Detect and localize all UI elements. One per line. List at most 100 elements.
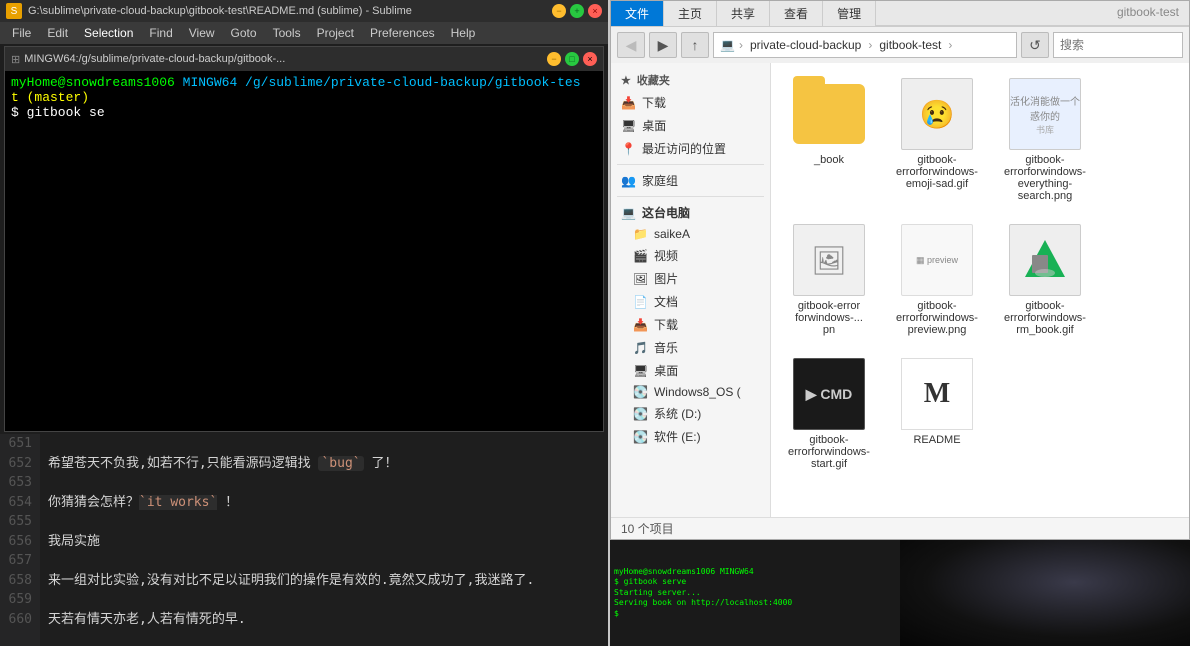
maximize-button[interactable]: + <box>570 4 584 18</box>
file-item-preview[interactable]: ▦ preview gitbook-errorforwindows-previe… <box>887 217 987 343</box>
nav-videos[interactable]: 🎬 视频 <box>611 244 770 267</box>
thumb-line-4: Serving book on http://localhost:4000 <box>614 598 896 608</box>
file-item-readme[interactable]: M README <box>887 351 987 477</box>
menu-preferences[interactable]: Preferences <box>362 24 443 42</box>
ribbon-tab-file[interactable]: 文件 <box>611 1 664 26</box>
nav-favorites-header: ★ 收藏夹 <box>611 69 770 91</box>
file-name-emoji-sad: gitbook-errorforwindows-emoji-sad.gif <box>892 154 982 190</box>
nav-documents[interactable]: 📄 文档 <box>611 290 770 313</box>
thumb-line-3: Starting server... <box>614 588 896 598</box>
terminal-thumbnail: myHome@snowdreams1006 MINGW64 $ gitbook … <box>610 540 900 646</box>
explorer-body: ★ 收藏夹 📥 下载 🖥 桌面 📍 最近访问的位置 👥 家庭组 <box>611 63 1189 517</box>
editor-line <box>48 590 600 610</box>
menu-find[interactable]: Find <box>141 24 180 42</box>
editor-line: 我局实施 <box>48 532 600 552</box>
file-item-emoji-sad[interactable]: 😢 gitbook-errorforwindows-emoji-sad.gif <box>887 71 987 209</box>
menu-help[interactable]: Help <box>443 24 484 42</box>
ribbon-tab-view[interactable]: 查看 <box>770 1 823 26</box>
menu-project[interactable]: Project <box>309 24 362 42</box>
folder-icon <box>793 78 865 150</box>
terminal-minimize[interactable]: − <box>547 52 561 66</box>
nav-windows-os[interactable]: 💽 Windows8_OS ( <box>611 382 770 402</box>
video-icon: 🎬 <box>633 249 648 263</box>
nav-software-e[interactable]: 💽 软件 (E:) <box>611 425 770 448</box>
nav-recent[interactable]: 📍 最近访问的位置 <box>611 137 770 160</box>
menu-file[interactable]: File <box>4 24 39 42</box>
nav-thispc[interactable]: 💻 这台电脑 <box>611 201 770 224</box>
files-area: _book 😢 gitbook-errorforwindows-emoji-sa… <box>771 63 1189 517</box>
file-item-book[interactable]: _book <box>779 71 879 209</box>
menu-edit[interactable]: Edit <box>39 24 76 42</box>
back-button[interactable]: ◀ <box>617 32 645 58</box>
explorer-header-title: gitbook-test <box>876 1 1189 26</box>
disk-d-icon: 💽 <box>633 407 648 421</box>
folder-nav-icon: 📁 <box>633 227 648 241</box>
nav-divider <box>617 164 764 165</box>
terminal-command-line: $ gitbook se <box>11 105 597 120</box>
terminal-body[interactable]: myHome@snowdreams1006 MINGW64 /g/sublime… <box>5 71 603 431</box>
nav-downloads[interactable]: 📥 下载 <box>611 313 770 336</box>
terminal-branch-line: t (master) <box>11 90 597 105</box>
ribbon-tab-home[interactable]: 主页 <box>664 1 717 26</box>
nav-desktop-2[interactable]: 🖥 桌面 <box>611 359 770 382</box>
dark-background <box>900 540 1190 646</box>
up-button[interactable]: ↑ <box>681 32 709 58</box>
minimize-button[interactable]: − <box>552 4 566 18</box>
png-icon-everything: 活化消能做一个惑你的 书库 <box>1009 78 1081 150</box>
nav-music[interactable]: 🎵 音乐 <box>611 336 770 359</box>
status-count: 10 个项目 <box>621 520 674 537</box>
download-icon: 📥 <box>621 96 636 110</box>
recent-icon: 📍 <box>621 142 636 156</box>
forward-button[interactable]: ▶ <box>649 32 677 58</box>
terminal-titlebar: ⊞ MINGW64:/g/sublime/private-cloud-backu… <box>5 47 603 71</box>
png-icon-preview: ▦ preview <box>901 224 973 296</box>
menu-selection[interactable]: Selection <box>76 24 141 42</box>
nav-desktop[interactable]: 🖥 桌面 <box>611 114 770 137</box>
terminal-maximize[interactable]: □ <box>565 52 579 66</box>
bottom-dark-panel <box>900 540 1190 646</box>
bottom-images: myHome@snowdreams1006 MINGW64 $ gitbook … <box>610 540 1190 646</box>
nav-pictures[interactable]: 🖼 图片 <box>611 267 770 290</box>
editor-line: 来一组对比实验,没有对比不足以证明我们的操作是有效的.竟然又成功了,我迷路了. <box>48 571 600 591</box>
nav-system-d[interactable]: 💽 系统 (D:) <box>611 402 770 425</box>
homegroup-icon: 👥 <box>621 174 636 188</box>
sublime-menubar: File Edit Selection Find View Goto Tools… <box>0 22 608 44</box>
terminal-wrapper: ⊞ MINGW64:/g/sublime/private-cloud-backu… <box>4 46 604 432</box>
computer-icon: 💻 <box>720 38 735 52</box>
nav-saikea[interactable]: 📁 saikeA <box>611 224 770 244</box>
downloads-icon: 📥 <box>633 318 648 332</box>
file-item-png-truncated[interactable]: 🖼 gitbook-errorforwindows-...pn <box>779 217 879 343</box>
menu-view[interactable]: View <box>181 24 223 42</box>
pictures-icon: 🖼 <box>633 272 648 286</box>
readme-icon: M <box>901 358 973 430</box>
editor-content[interactable]: 希望苍天不负我,如若不行,只能看源码逻辑找 `bug` 了！ 你猜猜会怎样？`i… <box>40 434 608 646</box>
explorer-toolbar: ◀ ▶ ↑ 💻 › private-cloud-backup › gitbook… <box>611 27 1189 63</box>
files-grid: _book 😢 gitbook-errorforwindows-emoji-sa… <box>779 71 1181 477</box>
thumb-line-2: $ gitbook serve <box>614 577 896 587</box>
refresh-button[interactable]: ↺ <box>1021 32 1049 58</box>
nav-download[interactable]: 📥 下载 <box>611 91 770 114</box>
search-input[interactable] <box>1053 32 1183 58</box>
address-segment-backup[interactable]: private-cloud-backup <box>747 37 864 53</box>
address-bar[interactable]: 💻 › private-cloud-backup › gitbook-test … <box>713 32 1017 58</box>
disk-e-icon: 💽 <box>633 430 648 444</box>
gif-icon-start: ▶ CMD <box>793 358 865 430</box>
sublime-icon: S <box>6 3 22 19</box>
ribbon-tab-manage[interactable]: 管理 <box>823 1 876 26</box>
address-segment-gitbook[interactable]: gitbook-test <box>876 37 944 53</box>
gif-icon-emoji: 😢 <box>901 78 973 150</box>
terminal-prompt: myHome@snowdreams1006 MINGW64 /g/sublime… <box>11 75 597 90</box>
terminal-user: myHome@snowdreams1006 <box>11 75 175 90</box>
file-item-rmbook[interactable]: gitbook-errorforwindows-rm_book.gif <box>995 217 1095 343</box>
file-item-start[interactable]: ▶ CMD gitbook-errorforwindows-start.gif <box>779 351 879 477</box>
menu-goto[interactable]: Goto <box>223 24 265 42</box>
close-button[interactable]: × <box>588 4 602 18</box>
file-item-everything-search[interactable]: 活化消能做一个惑你的 书库 gitbook-errorforwindows-ev… <box>995 71 1095 209</box>
nav-homegroup[interactable]: 👥 家庭组 <box>611 169 770 192</box>
menu-tools[interactable]: Tools <box>265 24 309 42</box>
terminal-close[interactable]: × <box>583 52 597 66</box>
terminal-command: $ gitbook se <box>11 105 105 120</box>
line-numbers: 651652653654 655656657658 659660 <box>0 434 40 646</box>
ribbon-tab-share[interactable]: 共享 <box>717 1 770 26</box>
editor-line <box>48 512 600 532</box>
